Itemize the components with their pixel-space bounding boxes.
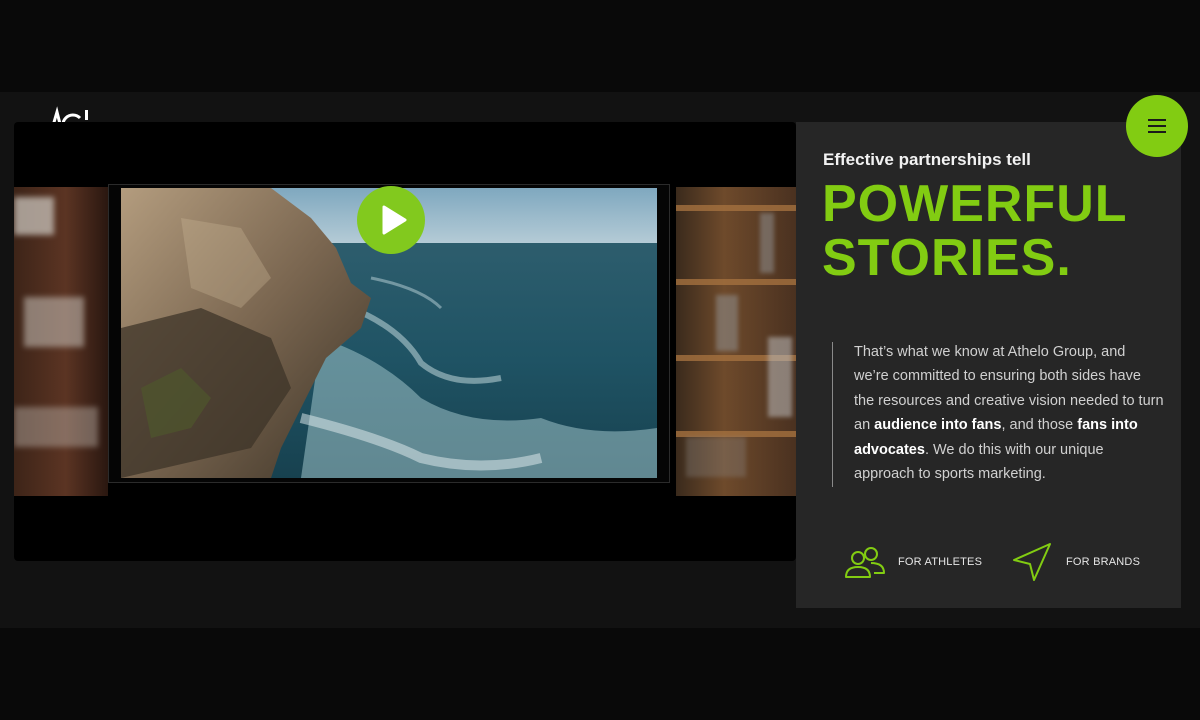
background-shelf-right <box>676 187 796 496</box>
for-brands-link[interactable]: FOR BRANDS <box>1010 540 1150 584</box>
hero-headline: POWERFUL STORIES. <box>822 177 1172 285</box>
menu-button[interactable] <box>1126 95 1188 157</box>
play-button[interactable] <box>357 186 425 254</box>
for-athletes-label: FOR ATHLETES <box>898 556 983 568</box>
headline-line-2: STORIES. <box>822 229 1072 287</box>
play-icon <box>382 205 407 235</box>
for-athletes-link[interactable]: FOR ATHLETES <box>844 542 984 582</box>
page: Effective partnerships tell POWERFUL STO… <box>0 0 1200 720</box>
info-card: Effective partnerships tell POWERFUL STO… <box>796 122 1181 608</box>
quote-rule <box>832 342 833 487</box>
headline-line-1: POWERFUL <box>822 175 1128 233</box>
navigation-arrow-icon <box>1013 543 1051 581</box>
hero-body-text: That’s what we know at Athelo Group, and… <box>854 340 1164 486</box>
body-text-bold: audience into fans <box>874 417 1002 434</box>
for-brands-label: FOR BRANDS <box>1066 556 1141 568</box>
users-icon <box>845 547 885 578</box>
hero-eyebrow: Effective partnerships tell <box>823 150 1031 169</box>
background-shelf-left <box>14 187 108 496</box>
body-text-part: , and those <box>1001 417 1078 434</box>
